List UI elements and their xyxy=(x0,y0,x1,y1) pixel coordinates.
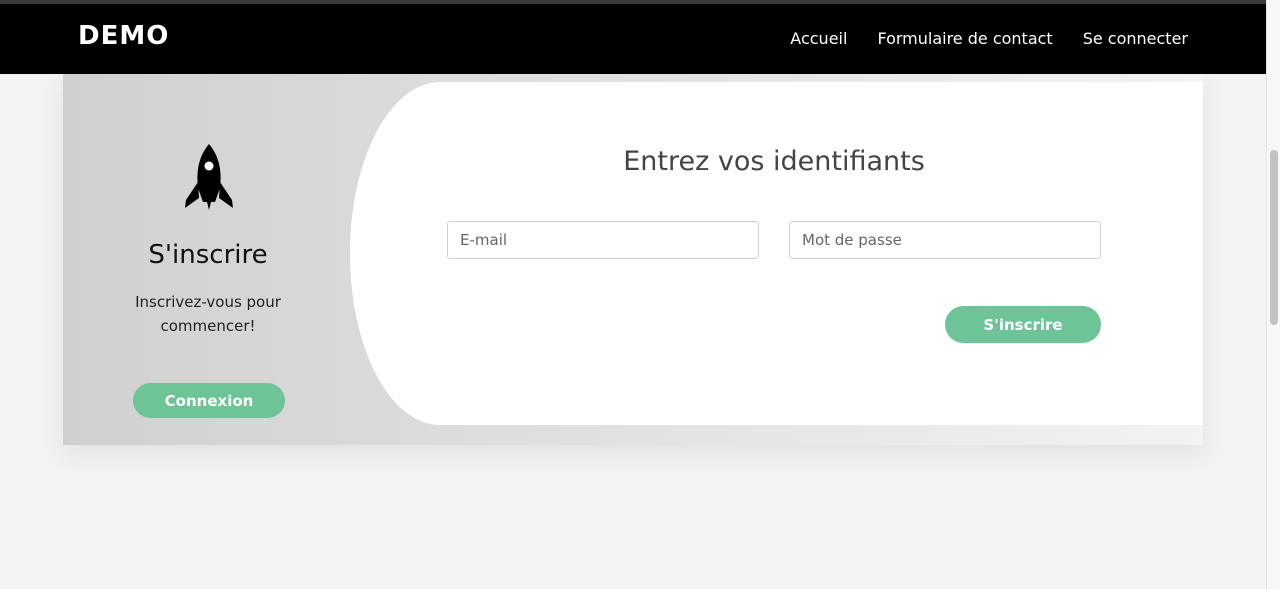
nav-link-accueil[interactable]: Accueil xyxy=(790,29,847,48)
nav-links: Accueil Formulaire de contact Se connect… xyxy=(790,29,1188,48)
nav-link-contact-form[interactable]: Formulaire de contact xyxy=(877,29,1052,48)
signup-heading: S'inscrire xyxy=(148,240,268,270)
navbar: DEMO Accueil Formulaire de contact Se co… xyxy=(0,4,1266,74)
login-button[interactable]: Connexion xyxy=(133,383,285,418)
signup-subtitle: Inscrivez-vous pour commencer! xyxy=(135,293,281,335)
password-input[interactable] xyxy=(789,221,1101,259)
signup-intro-panel: S'inscrire Inscrivez-vous pour commencer… xyxy=(63,74,353,445)
signup-submit-button[interactable]: S'inscrire xyxy=(945,306,1101,343)
signup-card: S'inscrire Inscrivez-vous pour commencer… xyxy=(63,74,1203,445)
credentials-form-panel: Entrez vos identifiants S'inscrire xyxy=(350,82,1203,425)
nav-link-login[interactable]: Se connecter xyxy=(1083,29,1188,48)
email-input[interactable] xyxy=(447,221,759,259)
form-heading: Entrez vos identifiants xyxy=(623,146,925,177)
brand-logo[interactable]: DEMO xyxy=(78,21,169,51)
scrollbar-thumb[interactable] xyxy=(1270,150,1278,325)
page-scrollbar[interactable] xyxy=(1266,0,1280,589)
rocket-icon xyxy=(185,144,233,210)
